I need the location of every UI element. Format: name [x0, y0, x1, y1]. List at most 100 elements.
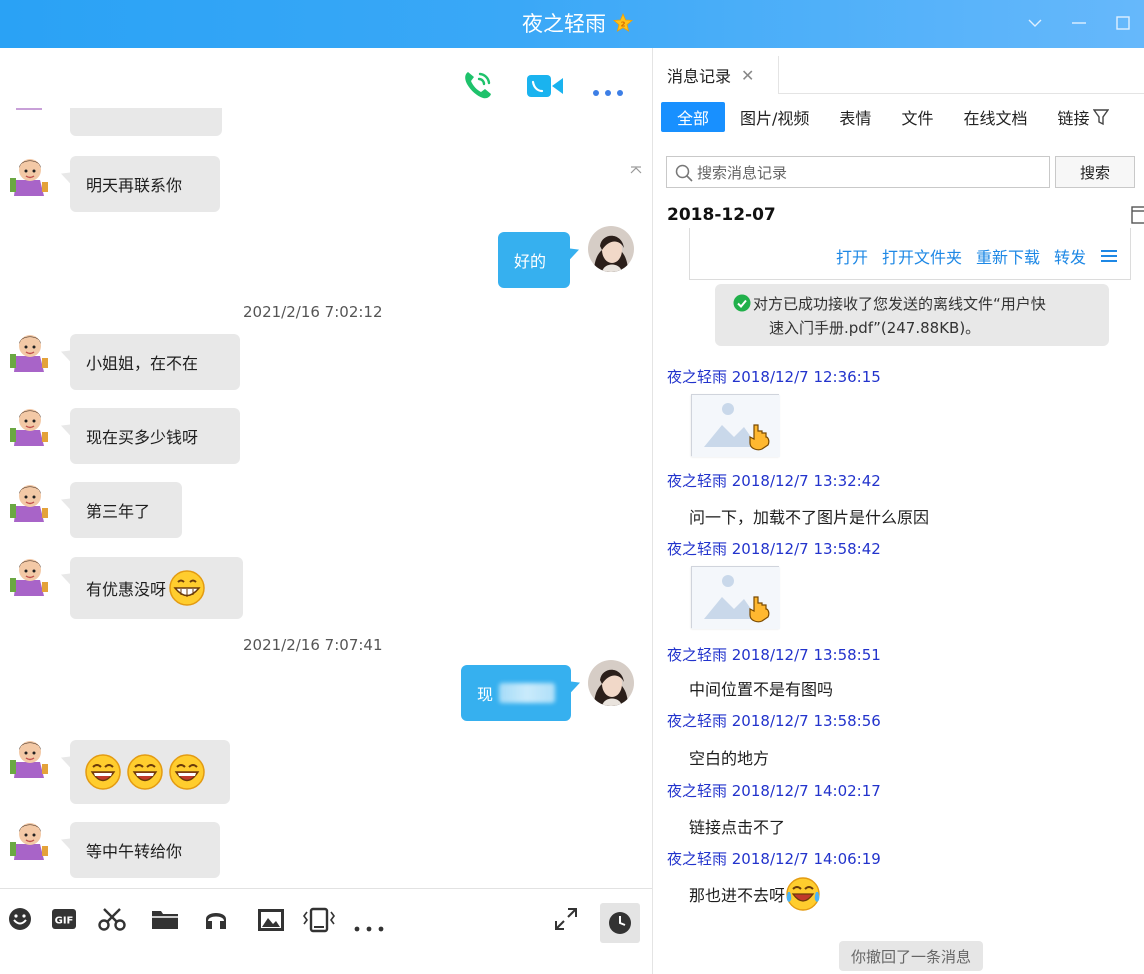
incoming-message[interactable]: 现在买多少钱呀	[70, 408, 240, 464]
contact-avatar[interactable]	[10, 554, 48, 596]
open-folder-link[interactable]: 打开文件夹	[882, 244, 962, 268]
recall-notice: 你撤回了一条消息	[839, 941, 984, 971]
incoming-message[interactable]: 明天再联系你	[70, 156, 220, 212]
image-thumbnail[interactable]	[691, 566, 780, 629]
phone-icon	[465, 72, 491, 99]
open-file-link[interactable]: 打开	[836, 244, 868, 268]
contact-avatar[interactable]	[10, 480, 48, 522]
expand-button[interactable]	[554, 907, 578, 935]
outgoing-message[interactable]: 现	[461, 665, 571, 721]
input-toolbar: GIF	[0, 888, 652, 974]
incoming-emoji-message[interactable]	[70, 740, 230, 804]
file-message-card: 打开 打开文件夹 重新下载 转发	[689, 228, 1131, 280]
history-message-text[interactable]: 链接点击不了	[689, 814, 785, 838]
history-message-text[interactable]: 问一下，加载不了图片是什么原因	[689, 504, 929, 528]
message-timestamp: 2021/2/16 7:07:41	[243, 636, 383, 654]
close-icon[interactable]: ✕	[741, 66, 754, 85]
incoming-message[interactable]: 小姐姐，在不在	[70, 334, 240, 390]
calendar-icon[interactable]	[1131, 204, 1144, 224]
message-text: 有优惠没呀	[86, 580, 167, 599]
filter-links[interactable]: 链接	[1042, 102, 1093, 132]
search-button[interactable]: 搜索	[1055, 156, 1135, 188]
history-message-text[interactable]: 那也进不去呀	[689, 876, 821, 912]
filter-files[interactable]: 文件	[886, 102, 948, 132]
contact-avatar[interactable]	[10, 736, 48, 778]
title-area: 夜之轻雨 2	[522, 8, 634, 38]
shake-button[interactable]	[302, 907, 336, 937]
maximize-button[interactable]	[1108, 8, 1138, 38]
contact-avatar[interactable]	[10, 330, 48, 372]
minimize-button[interactable]	[1064, 8, 1094, 38]
search-icon	[675, 164, 693, 182]
svip-badge-icon: 2	[612, 12, 634, 34]
shake-icon	[303, 907, 335, 933]
gif-button[interactable]: GIF	[52, 909, 76, 933]
message-text: 等中午转给你	[86, 842, 183, 861]
music-icon	[206, 913, 226, 929]
window-title: 夜之轻雨	[522, 12, 606, 36]
image-icon	[258, 909, 284, 931]
search-placeholder: 搜索消息记录	[697, 163, 788, 182]
maximize-icon	[1116, 16, 1130, 30]
history-sender-line: 夜之轻雨 2018/12/7 13:58:42	[667, 540, 881, 558]
incoming-message[interactable]: 第三年了	[70, 482, 182, 538]
music-button[interactable]	[204, 909, 228, 935]
scroll-up-icon[interactable]	[630, 166, 642, 174]
filter-funnel-icon[interactable]	[1093, 108, 1110, 126]
blurred-text	[499, 683, 555, 703]
image-placeholder-icon	[692, 567, 780, 629]
message-text: 现在买多少钱呀	[86, 428, 199, 447]
filter-all[interactable]: 全部	[661, 102, 726, 132]
more-tools-button[interactable]	[354, 917, 384, 936]
more-icon	[354, 926, 384, 932]
history-message-text[interactable]: 空白的地方	[689, 745, 769, 769]
filter-stickers[interactable]: 表情	[824, 102, 886, 132]
screenshot-button[interactable]	[98, 907, 126, 935]
contact-avatar[interactable]	[10, 404, 48, 446]
incoming-message[interactable]: 有优惠没呀	[70, 557, 243, 619]
self-avatar[interactable]	[588, 226, 634, 272]
dropdown-window-button[interactable]	[1020, 8, 1050, 38]
message-text: 第三年了	[86, 502, 151, 521]
title-bar: 夜之轻雨 2	[0, 0, 1144, 48]
message-text: 好的	[514, 252, 547, 271]
history-sender-line: 夜之轻雨 2018/12/7 13:32:42	[667, 472, 881, 490]
video-call-button[interactable]	[526, 72, 564, 104]
message-timestamp: 2021/2/16 7:02:12	[243, 303, 383, 321]
svg-text:2: 2	[621, 21, 626, 29]
file-button[interactable]	[152, 909, 178, 933]
filter-media[interactable]: 图片/视频	[725, 102, 824, 132]
redownload-link[interactable]: 重新下载	[976, 244, 1040, 268]
menu-icon[interactable]	[1100, 249, 1118, 263]
minimize-icon	[1072, 22, 1086, 24]
tab-message-history[interactable]: 消息记录 ✕	[653, 56, 779, 94]
outgoing-message[interactable]: 好的	[498, 232, 570, 288]
voice-call-button[interactable]	[460, 68, 494, 106]
self-avatar[interactable]	[588, 660, 634, 706]
forward-link[interactable]: 转发	[1054, 244, 1086, 268]
history-message-text[interactable]: 中间位置不是有图吗	[689, 676, 833, 700]
message-list[interactable]: 明天再联系你 好的 2021/2/16 7:02:12 小姐姐，在不在 现在买多…	[0, 108, 652, 936]
emoji-button[interactable]	[8, 907, 32, 935]
image-button[interactable]	[258, 909, 284, 935]
incoming-message[interactable]: 等中午转给你	[70, 822, 220, 878]
history-button[interactable]	[600, 903, 640, 943]
history-date: 2018-12-07	[667, 205, 776, 225]
history-sender-line: 夜之轻雨 2018/12/7 14:06:19	[667, 850, 881, 868]
filter-online-docs[interactable]: 在线文档	[948, 102, 1042, 132]
message-history-pane: 消息记录 ✕ 全部 图片/视频 表情 文件 在线文档 链接 搜索消息记录 搜索 …	[652, 48, 1144, 974]
contact-avatar[interactable]	[10, 818, 48, 860]
history-sender-line: 夜之轻雨 2018/12/7 12:36:15	[667, 368, 881, 386]
svg-text:GIF: GIF	[55, 916, 74, 927]
history-sender-line: 夜之轻雨 2018/12/7 13:58:51	[667, 646, 881, 664]
expand-icon	[555, 908, 577, 930]
contact-avatar[interactable]	[10, 154, 48, 196]
history-filter-tabs: 全部 图片/视频 表情 文件 在线文档 链接	[661, 102, 1110, 132]
history-search-input[interactable]: 搜索消息记录	[666, 156, 1050, 188]
more-options-button[interactable]	[592, 82, 624, 101]
clock-icon	[609, 912, 631, 934]
image-thumbnail[interactable]	[691, 394, 780, 457]
folder-icon	[152, 911, 178, 929]
history-tab-bar: 消息记录 ✕	[653, 48, 1144, 94]
laugh-emoji-icon	[127, 754, 163, 790]
